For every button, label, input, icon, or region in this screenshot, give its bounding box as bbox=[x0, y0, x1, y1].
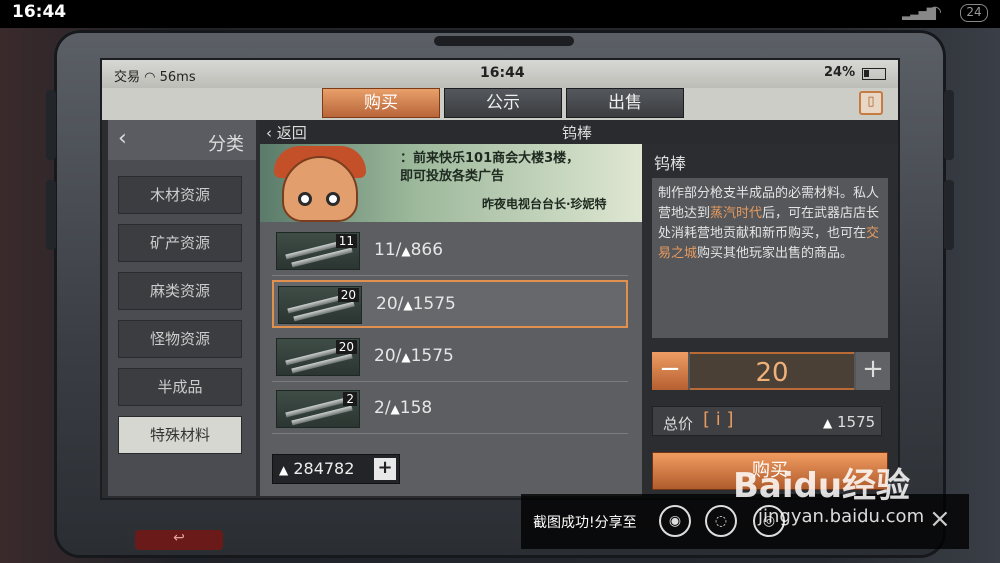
gold-icon: ▲ bbox=[401, 350, 411, 364]
tab-announce[interactable]: 公示 bbox=[444, 88, 562, 118]
highlight-era: 蒸汽时代 bbox=[710, 206, 763, 221]
character-avatar bbox=[282, 156, 358, 222]
decrease-button[interactable]: − bbox=[652, 352, 688, 390]
tab-buy[interactable]: 购买 bbox=[322, 88, 440, 118]
character-eye bbox=[326, 192, 340, 206]
listing-qty: 20 bbox=[337, 288, 359, 302]
app-name: 交易 bbox=[114, 70, 141, 85]
listing-price: 20/▲1575 bbox=[376, 294, 456, 314]
banner-line2: 即可投放各类广告 bbox=[400, 169, 505, 184]
clipboard-icon[interactable]: ▯ bbox=[859, 91, 883, 115]
banner-line1: ：前来快乐101商会大楼3楼， bbox=[400, 151, 580, 166]
banner-signature: 昨夜电视台台长·珍妮特 bbox=[482, 197, 607, 211]
weibo-icon[interactable]: ◉ bbox=[659, 505, 691, 537]
quantity-value[interactable]: 20 bbox=[690, 352, 854, 390]
watermark-url: jingyan.baidu.com bbox=[758, 506, 925, 527]
inner-battery-text: 24% bbox=[824, 65, 856, 80]
info-icon[interactable]: [ i ] bbox=[703, 409, 734, 430]
total-label: 总价 bbox=[663, 415, 694, 433]
detail-name: 钨棒 bbox=[654, 154, 687, 173]
listing-price: 2/▲158 bbox=[374, 398, 433, 418]
total-value: ▲ 1575 bbox=[823, 413, 876, 431]
category-item-hemp[interactable]: 麻类资源 bbox=[118, 272, 242, 310]
listing-price: 11/▲866 bbox=[374, 240, 444, 260]
item-title: 钨棒 bbox=[562, 124, 593, 142]
gold-icon: ▲ bbox=[279, 463, 289, 477]
listing-header: ‹ 返回 钨棒 bbox=[260, 120, 898, 144]
system-time: 16:44 bbox=[12, 2, 67, 22]
tungsten-rod-icon: 20 bbox=[276, 338, 360, 376]
back-button[interactable]: ‹ 返回 bbox=[266, 122, 307, 143]
listing-qty: 11 bbox=[335, 234, 357, 248]
gold-icon: ▲ bbox=[390, 402, 400, 416]
category-item-semi[interactable]: 半成品 bbox=[118, 368, 242, 406]
category-item-mineral[interactable]: 矿产资源 bbox=[118, 224, 242, 262]
chevron-left-icon: ‹ bbox=[266, 124, 272, 142]
ad-banner: ：前来快乐101商会大楼3楼， 即可投放各类广告 昨夜电视台台长·珍妮特 bbox=[260, 144, 642, 222]
gold-icon: ▲ bbox=[401, 244, 411, 258]
add-funds-button[interactable]: + bbox=[374, 458, 396, 480]
tablet-side-button bbox=[944, 90, 954, 160]
listing-panel: ‹ 返回 钨棒 ：前来快乐101商会大楼3楼， 即可投放各类广告 昨夜电视台台长… bbox=[260, 120, 898, 496]
ping: 56ms bbox=[159, 70, 196, 85]
listing-row[interactable]: 11 11/▲866 bbox=[272, 228, 628, 276]
gold-icon: ▲ bbox=[403, 298, 413, 312]
wifi-icon: ◠ bbox=[928, 2, 942, 21]
chevron-left-icon[interactable]: ‹ bbox=[118, 126, 127, 151]
battery-icon bbox=[862, 68, 886, 80]
tungsten-rod-icon: 11 bbox=[276, 232, 360, 270]
share-text: 截图成功!分享至 bbox=[533, 515, 637, 531]
tablet-speaker bbox=[434, 36, 574, 46]
category-title: 分类 bbox=[208, 134, 244, 155]
quantity-stepper: − 20 + bbox=[652, 352, 890, 390]
battery-icon: 24 bbox=[960, 4, 988, 22]
funds-display: ▲ 284782 + bbox=[272, 454, 400, 484]
inner-time: 16:44 bbox=[480, 65, 525, 81]
listing-qty: 2 bbox=[343, 392, 357, 406]
system-status-bar: 16:44 ▂▃▅▇ ◠ 24 bbox=[0, 0, 1000, 28]
wechat-icon[interactable]: ◌ bbox=[705, 505, 737, 537]
listing-qty: 20 bbox=[335, 340, 357, 354]
game-screen: 16:44 ▂▃▅▇ ◠ 24 交易 ◠ 56ms 16:44 24% 购买 公… bbox=[0, 0, 1000, 563]
listing-price: 20/▲1575 bbox=[374, 346, 454, 366]
listing-row[interactable]: 20 20/▲1575 bbox=[272, 334, 628, 382]
tab-bar: 购买 公示 出售 ▯ bbox=[102, 88, 898, 120]
category-item-monster[interactable]: 怪物资源 bbox=[118, 320, 242, 358]
listing-row[interactable]: 2 2/▲158 bbox=[272, 386, 628, 434]
wifi-icon: ◠ bbox=[144, 70, 156, 85]
category-panel: ‹ 分类 木材资源 矿产资源 麻类资源 怪物资源 半成品 特殊材料 bbox=[108, 120, 256, 496]
tablet-screen: 交易 ◠ 56ms 16:44 24% 购买 公示 出售 ▯ ‹ 分类 木材资源… bbox=[100, 58, 900, 500]
banner-message: ：前来快乐101商会大楼3楼， 即可投放各类广告 bbox=[400, 150, 636, 186]
tablet-back-button[interactable]: ↩ bbox=[135, 530, 223, 550]
detail-description: 制作部分枪支半成品的必需材料。私人营地达到蒸汽时代后，可在武器店店长处消耗营地贡… bbox=[652, 178, 888, 338]
category-item-special[interactable]: 特殊材料 bbox=[118, 416, 242, 454]
character-eye bbox=[298, 192, 312, 206]
increase-button[interactable]: + bbox=[856, 352, 890, 390]
total-price: 总价 [ i ] ▲ 1575 bbox=[652, 406, 882, 436]
detail-panel: 钨棒 制作部分枪支半成品的必需材料。私人营地达到蒸汽时代后，可在武器店店长处消耗… bbox=[646, 144, 896, 496]
funds-value: ▲ 284782 bbox=[279, 459, 355, 478]
listing-row-selected[interactable]: 20 20/▲1575 bbox=[272, 280, 628, 328]
inner-status-bar: 交易 ◠ 56ms 16:44 24% bbox=[102, 60, 898, 88]
tablet-side-button bbox=[46, 90, 56, 160]
back-label: 返回 bbox=[276, 124, 307, 142]
watermark-logo: Baidu经验 bbox=[733, 466, 911, 506]
category-item-wood[interactable]: 木材资源 bbox=[118, 176, 242, 214]
gold-icon: ▲ bbox=[823, 416, 833, 430]
close-icon[interactable]: × bbox=[929, 504, 951, 534]
tungsten-rod-icon: 2 bbox=[276, 390, 360, 428]
category-header: ‹ 分类 bbox=[108, 120, 256, 160]
tablet-side-button bbox=[944, 180, 954, 250]
tungsten-rod-icon: 20 bbox=[278, 286, 362, 324]
tablet-side-button bbox=[46, 180, 56, 250]
inner-status-left: 交易 ◠ 56ms bbox=[114, 66, 196, 85]
tab-sell[interactable]: 出售 bbox=[566, 88, 684, 118]
